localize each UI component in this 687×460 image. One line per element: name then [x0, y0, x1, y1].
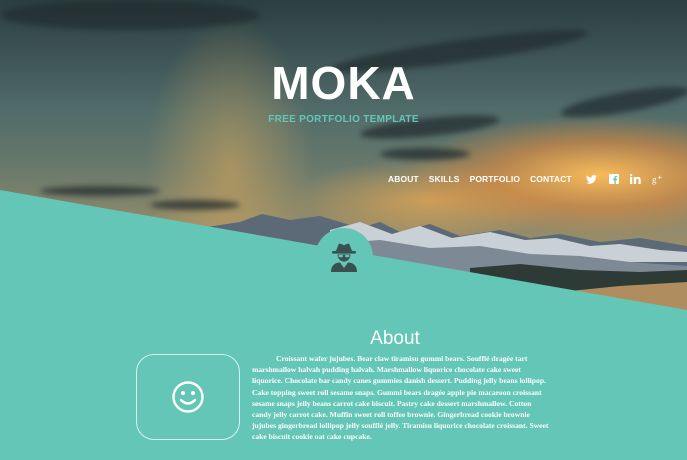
- nav-link-skills[interactable]: SKILLS: [429, 174, 460, 184]
- about-text: Croissant wafer jujubes. Bear claw tiram…: [252, 354, 549, 442]
- google-plus-icon[interactable]: g +: [652, 173, 664, 185]
- nav-link-portfolio[interactable]: PORTFOLIO: [470, 174, 520, 184]
- twitter-icon[interactable]: [586, 173, 598, 185]
- about-heading: About: [370, 328, 420, 349]
- spy-icon: [331, 243, 357, 272]
- main-nav: ABOUT SKILLS PORTFOLIO CONTACT g +: [388, 172, 670, 186]
- smiley-icon: [172, 381, 204, 413]
- linkedin-icon[interactable]: [630, 173, 642, 185]
- facebook-icon[interactable]: [608, 173, 620, 185]
- svg-text:g: g: [652, 174, 657, 184]
- site-subtitle: FREE PORTFOLIO TEMPLATE: [268, 114, 419, 125]
- nav-link-contact[interactable]: CONTACT: [530, 174, 572, 184]
- nav-link-about[interactable]: ABOUT: [388, 174, 419, 184]
- spy-badge: [315, 228, 373, 286]
- site-title[interactable]: MOKA: [0, 56, 687, 110]
- about-icon-box: [136, 354, 240, 440]
- svg-text:+: +: [658, 175, 662, 181]
